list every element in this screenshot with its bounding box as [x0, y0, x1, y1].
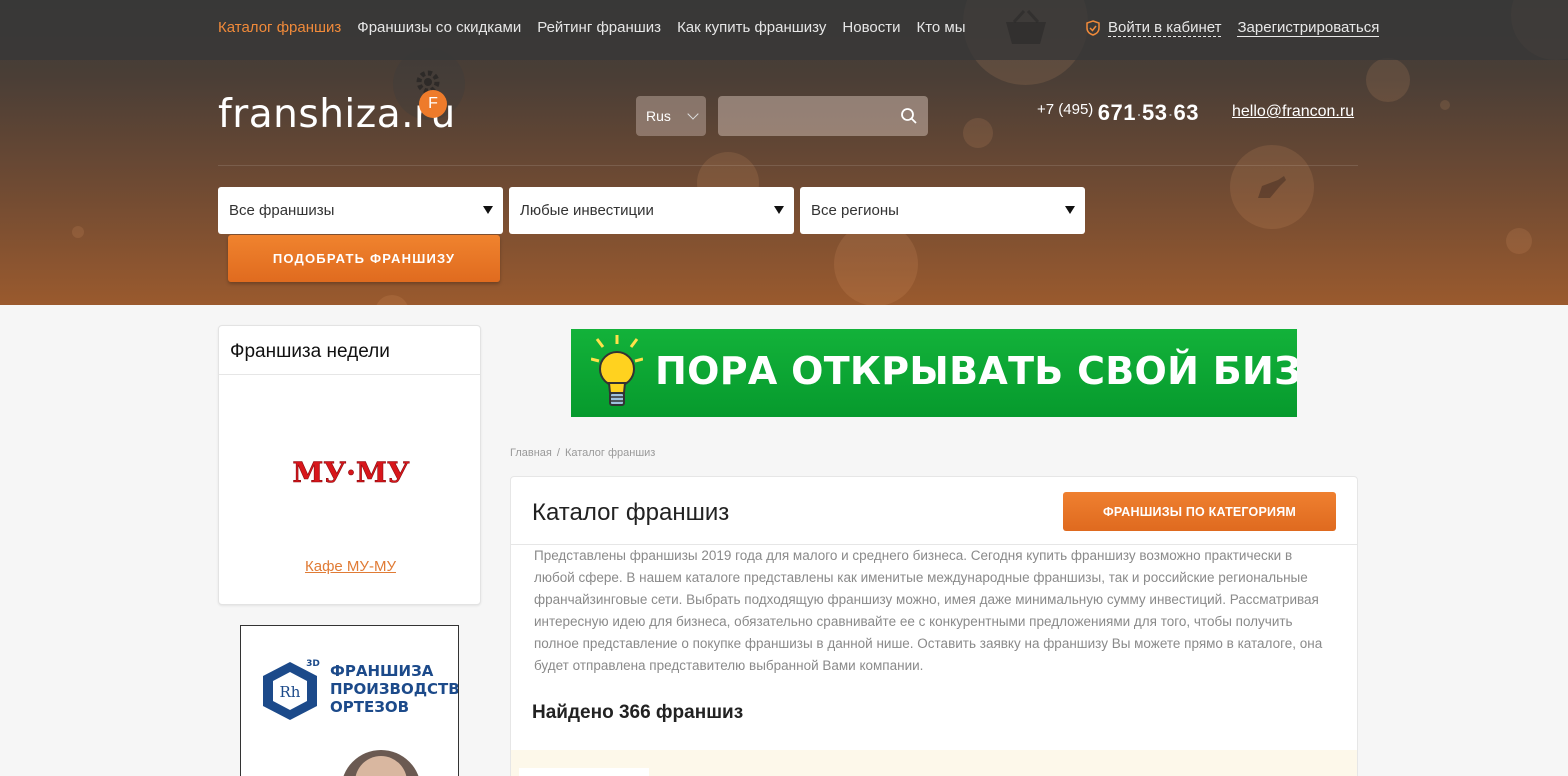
phone-part: 671 [1097, 100, 1136, 125]
category-select-value: Все франшизы [229, 202, 335, 219]
nav-item-catalog[interactable]: Каталог франшиз [218, 19, 341, 36]
sidebar-ad-banner[interactable]: Rh 3D ФРАНШИЗА ПРОИЗВОДСТВА ОРТЕЗОВ [240, 625, 459, 776]
light-bulb-icon [591, 335, 643, 406]
decor-bubble [375, 295, 409, 305]
catalog-panel-header: Каталог франшиз ФРАНШИЗЫ ПО КАТЕГОРИЯМ [511, 477, 1357, 545]
breadcrumb-home[interactable]: Главная [510, 447, 552, 459]
page-title: Каталог франшиз [532, 499, 730, 526]
basket-icon [1006, 9, 1046, 44]
phone-code: +7 (495) [1037, 101, 1094, 118]
investment-select-value: Любые инвестиции [520, 202, 654, 219]
promo-banner[interactable]: ПОРА ОТКРЫВАТЬ СВОЙ БИЗНЕС! [571, 329, 1297, 417]
search-box [718, 96, 928, 136]
dropdown-arrow-icon [1065, 206, 1075, 214]
list-item[interactable] [519, 768, 649, 776]
shield-icon [1086, 20, 1100, 36]
nav-item-how-to-buy[interactable]: Как купить франшизу [677, 19, 826, 36]
decor-bubble [834, 222, 918, 305]
breadcrumb: Главная / Каталог франшиз [510, 447, 655, 459]
nav-item-news[interactable]: Новости [842, 19, 900, 36]
franchise-of-week-title: Франшиза недели [219, 326, 480, 375]
shoe-icon [1254, 176, 1286, 198]
email-link[interactable]: hello@francon.ru [1232, 103, 1354, 121]
catalog-description: Представлены франшизы 2019 года для мало… [534, 548, 1323, 673]
decor-bubble [1366, 58, 1410, 102]
breadcrumb-current: Каталог франшиз [564, 447, 656, 459]
svg-text:3D: 3D [306, 659, 320, 669]
auth-links: Войти в кабинет Зарегистрироваться [1086, 19, 1380, 37]
decor-bubble [1506, 228, 1532, 254]
login-link[interactable]: Войти в кабинет [1108, 19, 1222, 37]
svg-text:Rh: Rh [280, 683, 301, 701]
orthosis-logo-icon: Rh 3D [263, 659, 320, 720]
nav-item-rating[interactable]: Рейтинг франшиз [537, 19, 661, 36]
top-navigation: Каталог франшиз Франшизы со скидками Рей… [218, 19, 966, 36]
phone-part: 63 [1173, 100, 1199, 125]
investment-select[interactable]: Любые инвестиции [509, 187, 794, 234]
find-franchise-button[interactable]: ПОДОБРАТЬ ФРАНШИЗУ [228, 235, 500, 282]
franchise-of-week-card: Франшиза недели МУ·МУ Кафе МУ-МУ [218, 325, 481, 605]
header-divider [218, 165, 1358, 166]
mumu-logo[interactable]: МУ·МУ [281, 456, 421, 490]
search-input[interactable] [718, 96, 898, 136]
logo-badge: F [419, 90, 447, 118]
region-select[interactable]: Все регионы [800, 187, 1085, 234]
category-select[interactable]: Все франшизы [218, 187, 503, 234]
search-icon[interactable] [900, 107, 918, 125]
register-link[interactable]: Зарегистрироваться [1237, 19, 1380, 37]
svg-text:МУ·МУ: МУ·МУ [292, 456, 409, 489]
categories-button[interactable]: ФРАНШИЗЫ ПО КАТЕГОРИЯМ [1063, 492, 1336, 531]
dropdown-arrow-icon [483, 206, 493, 214]
nav-item-discounts[interactable]: Франшизы со скидками [357, 19, 521, 36]
decor-bubble [72, 226, 84, 238]
decor-bubble [1440, 100, 1450, 110]
phone-part: 53 [1141, 100, 1168, 125]
results-count: Найдено 366 франшиз [532, 702, 744, 723]
language-select[interactable]: Rus [636, 96, 706, 136]
decor-bubble [963, 118, 993, 148]
franchise-list [511, 750, 1357, 776]
language-value: Rus [646, 108, 671, 124]
franchise-of-week-link[interactable]: Кафе МУ-МУ [219, 558, 482, 575]
nav-item-about[interactable]: Кто мы [916, 19, 965, 36]
breadcrumb-separator: / [556, 447, 560, 459]
promo-banner-text: ПОРА ОТКРЫВАТЬ СВОЙ БИЗНЕС! [655, 349, 1297, 393]
header-hero: Каталог франшиз Франшизы со скидками Рей… [0, 0, 1568, 305]
dropdown-arrow-icon [774, 206, 784, 214]
region-select-value: Все регионы [811, 202, 899, 219]
phone-number[interactable]: +7 (495) 671·53·63 [1037, 100, 1199, 126]
catalog-panel: Каталог франшиз ФРАНШИЗЫ ПО КАТЕГОРИЯМ П… [510, 476, 1358, 776]
chevron-down-icon [687, 108, 699, 120]
ad-text: ФРАНШИЗА ПРОИЗВОДСТВА ОРТЕЗОВ [330, 662, 459, 716]
